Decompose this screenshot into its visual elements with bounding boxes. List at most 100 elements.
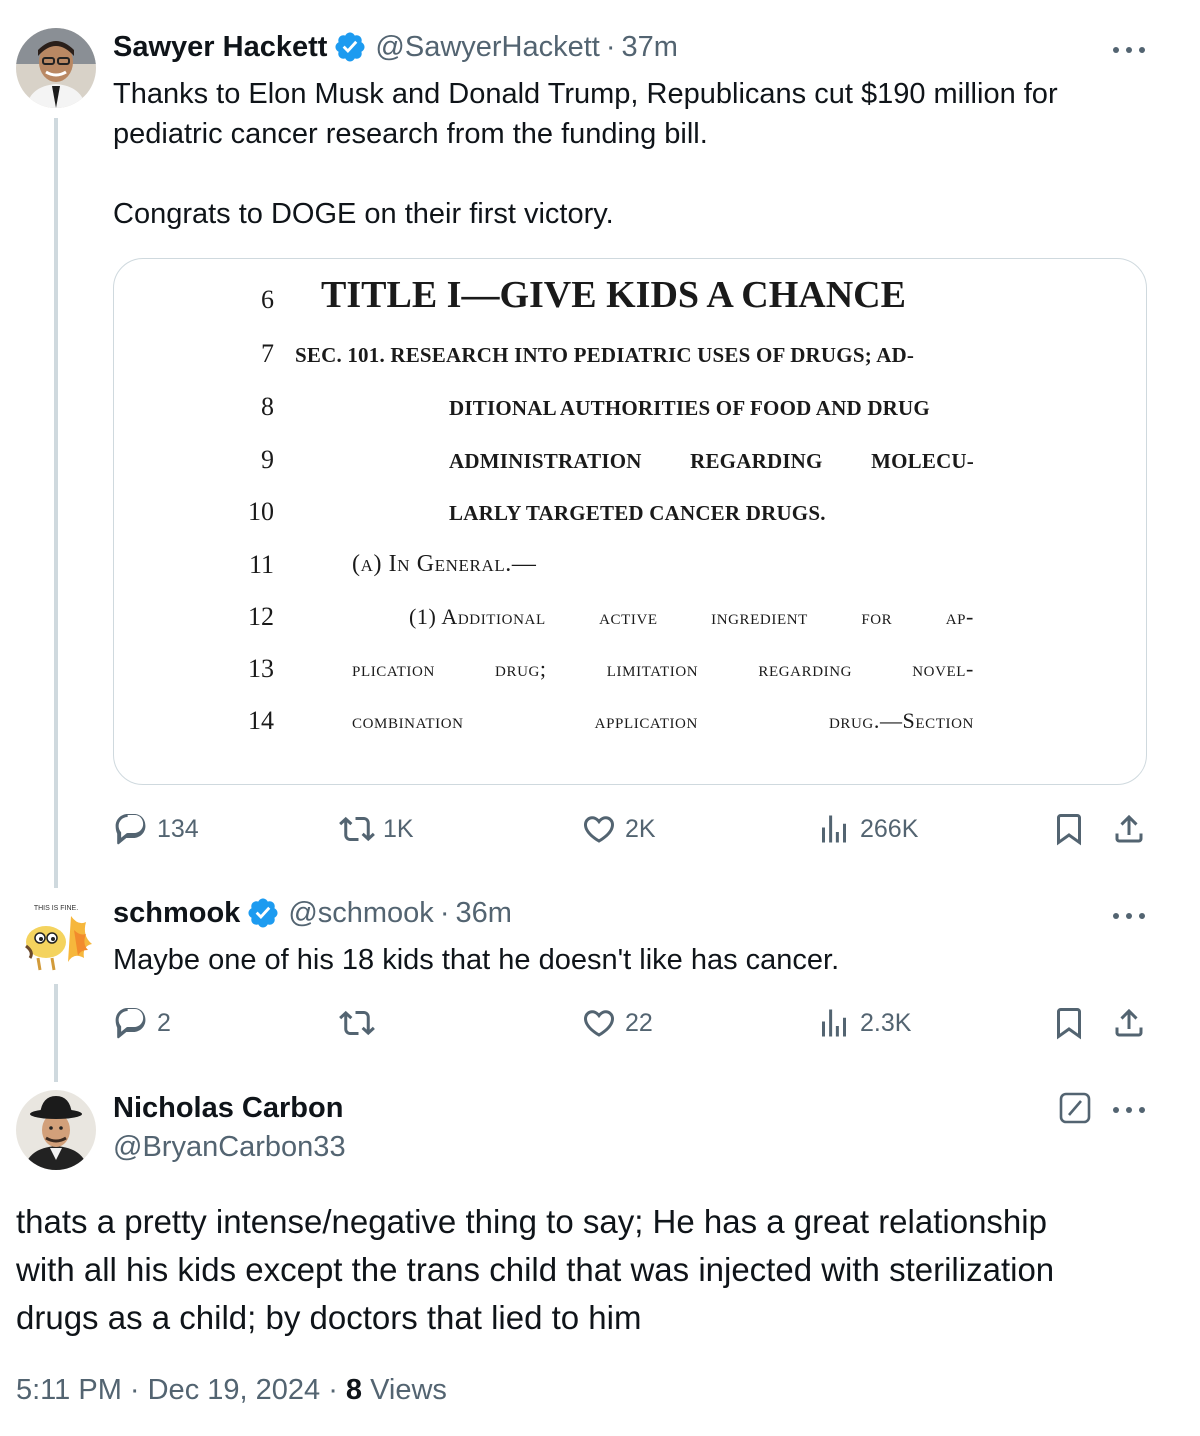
doc-line-number: 12	[248, 602, 274, 631]
verified-badge-icon	[333, 30, 367, 64]
thread-connector-line	[54, 118, 58, 888]
doc-line-9: ADMINISTRATION REGARDING MOLECU-	[449, 449, 974, 474]
doc-word: ADMINISTRATION	[449, 449, 642, 473]
doc-line-number: 8	[261, 392, 274, 421]
views-count: 2.3K	[860, 1008, 912, 1037]
more-icon[interactable]	[1113, 910, 1145, 922]
bookmark-button[interactable]	[1051, 1005, 1087, 1041]
doc-line-10: LARLY TARGETED CANCER DRUGS.	[449, 501, 826, 525]
verified-badge-icon	[246, 896, 280, 930]
repost-icon	[339, 1010, 375, 1036]
repost-count: 1K	[383, 814, 414, 843]
views-button[interactable]: 2.3K	[816, 1005, 911, 1041]
doc-word: plication	[352, 656, 435, 681]
views-count: 266K	[860, 814, 919, 843]
doc-line-number: 13	[248, 654, 274, 683]
doc-word: ingredient	[711, 604, 808, 629]
main-tweet-handle-row: @BryanCarbon33	[113, 1131, 346, 1164]
doc-word: ap-	[945, 604, 974, 629]
doc-word: for	[861, 604, 893, 629]
tweet-time[interactable]: 37m	[622, 31, 678, 64]
like-icon	[583, 816, 615, 843]
views-label: Views	[362, 1374, 447, 1406]
like-count: 2K	[625, 814, 656, 843]
author-handle[interactable]: @SawyerHackett	[375, 31, 599, 64]
doc-line-11: (a) In General.—	[352, 551, 537, 577]
doc-line-12: (1) Additional active ingredient for ap-	[409, 604, 974, 630]
tweet-text: Thanks to Elon Musk and Donald Trump, Re…	[113, 78, 1058, 230]
reply-count: 2	[157, 1008, 171, 1037]
doc-word: limitation	[606, 656, 699, 681]
tweet-media-image[interactable]: 6 TITLE I—GIVE KIDS A CHANCE 7 SEC. 101.…	[113, 258, 1147, 785]
views-icon	[822, 1009, 846, 1037]
tweet-header: Sawyer Hackett @SawyerHackett · 37m	[113, 30, 678, 64]
bookmark-icon	[1057, 814, 1081, 846]
views-button[interactable]: 266K	[816, 811, 918, 847]
like-button[interactable]: 22	[581, 1005, 653, 1041]
repost-icon	[339, 816, 375, 842]
author-handle[interactable]: @schmook	[288, 897, 433, 930]
views-number: 8	[345, 1374, 363, 1406]
like-icon	[583, 1010, 615, 1037]
separator-dot: ·	[605, 30, 616, 63]
avatar-nicholas-carbon[interactable]	[16, 1090, 96, 1170]
avatar-caption: THIS IS FINE.	[34, 905, 78, 912]
doc-line-number: 10	[248, 497, 274, 526]
doc-line-number: 7	[261, 339, 274, 368]
doc-line-number: 9	[261, 445, 274, 474]
author-name[interactable]: schmook	[113, 897, 240, 930]
tweet-header: schmook @schmook · 36m	[113, 896, 512, 930]
doc-word: MOLECU-	[871, 449, 974, 473]
doc-title: TITLE I—GIVE KIDS A CHANCE	[321, 274, 906, 316]
doc-word: drug.—Section	[828, 708, 974, 733]
like-button[interactable]: 2K	[581, 811, 656, 847]
doc-section-heading: SEC. 101. RESEARCH INTO PEDIATRIC USES O…	[295, 343, 915, 367]
doc-line-14: combination application drug.—Section	[352, 708, 974, 734]
doc-word: novel-	[912, 656, 974, 681]
tweet-action-bar: 134 1K 2K 266K	[113, 811, 1147, 851]
main-tweet-name-row: Nicholas Carbon	[113, 1092, 343, 1125]
avatar-schmook[interactable]: THIS IS FINE.	[16, 896, 96, 976]
repost-button[interactable]	[339, 1005, 383, 1041]
share-button[interactable]	[1111, 811, 1147, 847]
doc-word: REGARDING	[690, 449, 823, 473]
share-icon	[1115, 814, 1143, 843]
thread-connector-line	[54, 984, 58, 1082]
reply-count: 134	[157, 814, 199, 843]
more-icon[interactable]	[1113, 1104, 1145, 1116]
more-icon[interactable]	[1113, 44, 1145, 56]
doc-word: application	[594, 708, 698, 733]
author-name[interactable]: Sawyer Hackett	[113, 31, 327, 64]
doc-line-8: DITIONAL AUTHORITIES OF FOOD AND DRUG	[449, 396, 930, 420]
doc-line-number: 11	[248, 550, 274, 579]
reply-icon	[115, 814, 146, 845]
tweet-timestamp[interactable]: 5:11 PM · Dec 19, 2024 ·	[16, 1374, 346, 1407]
doc-word: regarding	[758, 656, 853, 681]
reply-button[interactable]: 2	[113, 1005, 171, 1041]
tweet-time[interactable]: 36m	[455, 897, 511, 930]
share-icon	[1115, 1008, 1143, 1037]
doc-line-number: 14	[248, 706, 274, 735]
like-count: 22	[625, 1008, 653, 1037]
reply-icon	[115, 1008, 146, 1039]
doc-line-number: 6	[261, 285, 274, 314]
doc-word: combination	[352, 708, 464, 733]
separator-dot: ·	[439, 896, 450, 929]
views-icon	[822, 815, 846, 843]
share-button[interactable]	[1111, 1005, 1147, 1041]
reply-button[interactable]: 134	[113, 811, 199, 847]
bookmark-icon	[1057, 1008, 1081, 1040]
grok-icon[interactable]	[1059, 1092, 1091, 1124]
main-tweet-text: thats a pretty intense/negative thing to…	[16, 1203, 1055, 1336]
bookmark-button[interactable]	[1051, 811, 1087, 847]
author-name[interactable]: Nicholas Carbon	[113, 1092, 343, 1125]
doc-line-13: plication drug; limitation regarding nov…	[352, 656, 974, 682]
avatar-sawyer-hackett[interactable]	[16, 28, 96, 108]
doc-word: (1) Additional	[409, 604, 546, 629]
repost-button[interactable]: 1K	[339, 811, 414, 847]
tweet-action-bar: 2 22 2.3K	[113, 1005, 1147, 1045]
tweet-text: Maybe one of his 18 kids that he doesn't…	[113, 944, 840, 976]
author-handle[interactable]: @BryanCarbon33	[113, 1131, 346, 1164]
tweet-meta: 5:11 PM · Dec 19, 2024 · 8 Views	[16, 1374, 447, 1407]
doc-word: drug;	[495, 656, 547, 681]
